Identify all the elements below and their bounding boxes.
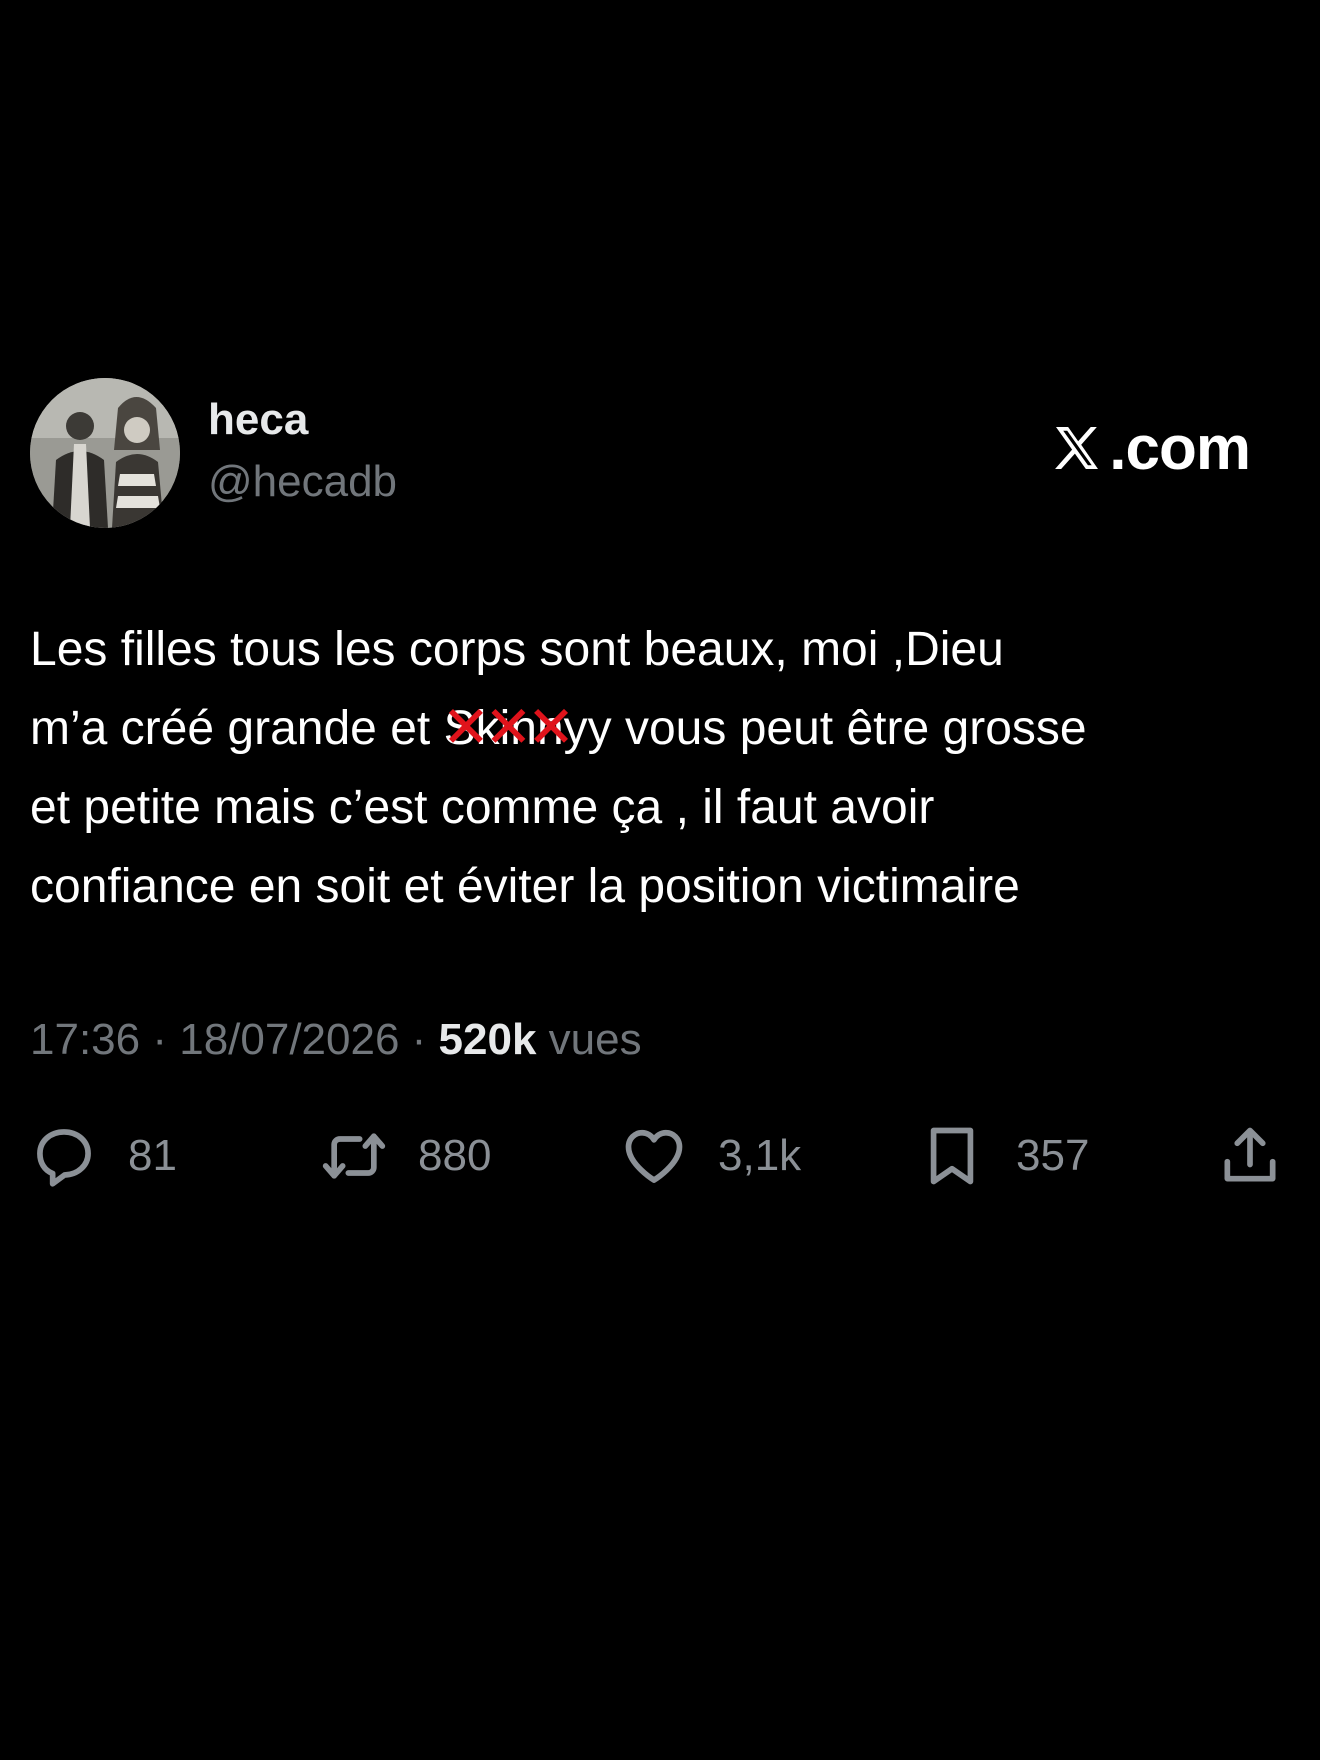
tweet-date[interactable]: 18/07/2026 [179,1015,399,1064]
reply-count: 81 [128,1131,177,1180]
views-count[interactable]: 520k [439,1015,537,1064]
tweet-card: heca @hecadb .com Les filles tous les co… [0,0,1320,1760]
tweet-time[interactable]: 17:36 [30,1015,140,1064]
bookmark-icon [930,1127,974,1185]
repost-count: 880 [418,1131,492,1180]
bookmark-button[interactable]: 357 [918,1118,1089,1194]
like-count: 3,1k [718,1131,802,1180]
repost-icon [322,1133,386,1179]
heart-icon [625,1129,683,1183]
tweet-text-line: et petite mais c’est comme ça , il faut … [30,781,935,834]
tweet-meta: 17:36 · 18/07/2026 · 520k vues [30,1014,642,1066]
author-handle[interactable]: @hecadb [208,456,397,508]
censored-word: Skinny ✕✕✕ [441,689,588,768]
bookmark-count: 357 [1016,1131,1090,1180]
share-icon [1224,1127,1276,1182]
meta-separator: · [399,1015,439,1064]
avatar[interactable] [30,378,180,528]
tweet-text-line: Les filles tous les corps sont beaux, mo… [30,623,1004,676]
x-logo-icon [1055,427,1099,469]
action-bar: 81 880 3,1k 357 [30,1118,1290,1194]
brand-label: .com [1109,413,1251,483]
author-display-name[interactable]: heca [208,394,308,446]
repost-button[interactable]: 880 [320,1118,491,1194]
tweet-text-segment: y vous peut être grosse [587,702,1087,755]
views-label: vues [536,1015,642,1064]
brand-watermark: .com [1049,412,1251,484]
tweet-text-line: m’a créé grande et Skinny ✕✕✕ y vous peut … [30,689,1290,768]
censor-mark-icon: ✕✕✕ [441,695,576,760]
reply-button[interactable]: 81 [30,1118,177,1194]
share-button[interactable] [1216,1118,1284,1194]
tweet-text-line: confiance en soit et éviter la position … [30,860,1020,913]
tweet-text: Les filles tous les corps sont beaux, mo… [30,610,1290,926]
like-button[interactable]: 3,1k [620,1118,801,1194]
meta-separator: · [140,1015,180,1064]
reply-icon [37,1129,91,1187]
tweet-text-segment: m’a créé grande et [30,702,444,755]
